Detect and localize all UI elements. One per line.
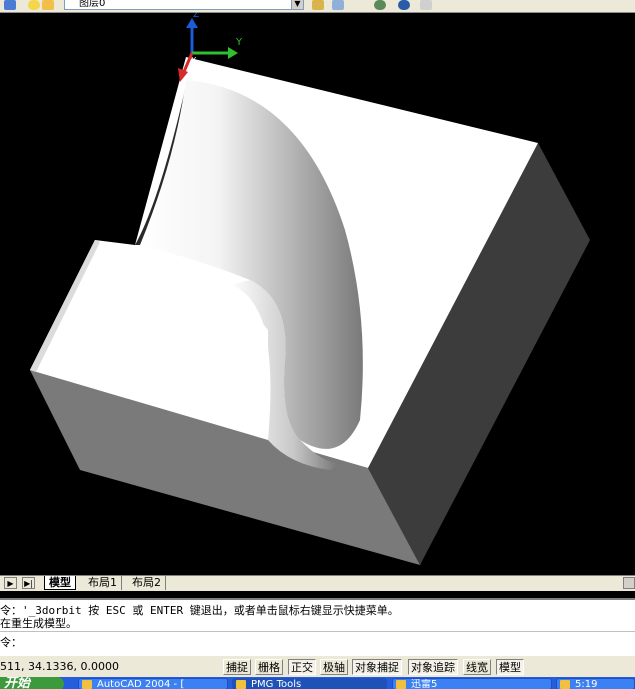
folder-icon — [560, 680, 570, 689]
status-bar: 511, 34.1336, 0.0000 捕捉 栅格 正交 极轴 对象捕捉 对象… — [0, 655, 635, 678]
ucs-y-label: Y — [235, 37, 243, 48]
command-separator — [0, 631, 635, 632]
layout-tabs-bar: ▶ ▶| 模型 布局1 布局2 — [0, 575, 635, 591]
ortho-button[interactable]: 正交 — [288, 659, 316, 675]
layer-manager-icon[interactable] — [4, 0, 16, 10]
model-3d-view: Z Y X — [30, 13, 590, 565]
grid-button[interactable]: 栅格 — [255, 659, 283, 675]
command-prompt[interactable]: 令： — [0, 636, 22, 649]
drawing-viewport[interactable]: Z Y X — [0, 13, 635, 575]
ucs-z-label: Z — [193, 13, 199, 20]
linetype-control-icon[interactable] — [398, 0, 410, 10]
task-autocad[interactable]: AutoCAD 2004 - [ — [78, 678, 228, 689]
tab-layout2[interactable]: 布局2 — [128, 576, 166, 590]
task-xunlei[interactable]: 迅雷5 — [392, 678, 552, 689]
tab-prev-button[interactable]: ▶ — [4, 577, 17, 589]
start-button[interactable]: 开始 — [0, 677, 64, 689]
pmg-icon — [236, 680, 246, 689]
osnap-button[interactable]: 对象捕捉 — [352, 659, 402, 675]
task-folder[interactable]: 5:19 — [556, 678, 635, 689]
tab-layout1[interactable]: 布局1 — [84, 576, 122, 590]
lightbulb-icon[interactable] — [28, 0, 40, 10]
command-history-line-2: 在重生成模型。 — [0, 617, 77, 630]
otrack-button[interactable]: 对象追踪 — [408, 659, 458, 675]
make-current-icon[interactable] — [312, 0, 324, 10]
tab-model[interactable]: 模型 — [44, 576, 76, 590]
scroll-right-button[interactable] — [623, 577, 635, 589]
snap-button[interactable]: 捕捉 — [223, 659, 251, 675]
lineweight-button[interactable]: 线宽 — [463, 659, 491, 675]
command-history-line-1: 令：'_3dorbit 按 ESC 或 ENTER 键退出，或者单击鼠标右键显示… — [0, 604, 399, 617]
layer-name: 图层0 — [79, 0, 106, 9]
layer-previous-icon[interactable] — [332, 0, 344, 10]
ucs-x-label: X — [191, 56, 197, 65]
layers-toolbar: 图层0 ▼ — [0, 0, 635, 13]
autocad-icon — [82, 680, 92, 689]
windows-taskbar: 开始 AutoCAD 2004 - [ PMG Tools 迅雷5 5:19 — [0, 677, 635, 689]
polar-button[interactable]: 极轴 — [320, 659, 348, 675]
xunlei-icon — [396, 680, 406, 689]
coordinate-readout[interactable]: 511, 34.1336, 0.0000 — [0, 660, 119, 673]
chevron-down-icon[interactable]: ▼ — [291, 0, 303, 9]
color-control-icon[interactable] — [374, 0, 386, 10]
command-window[interactable]: 令：'_3dorbit 按 ESC 或 ENTER 键退出，或者单击鼠标右键显示… — [0, 598, 635, 657]
model-button[interactable]: 模型 — [496, 659, 524, 675]
sun-icon[interactable] — [42, 0, 54, 10]
task-pmg[interactable]: PMG Tools — [232, 678, 387, 689]
lineweight-control-icon[interactable] — [420, 0, 432, 10]
layer-combo[interactable]: 图层0 ▼ — [64, 0, 304, 10]
tab-last-button[interactable]: ▶| — [22, 577, 35, 589]
